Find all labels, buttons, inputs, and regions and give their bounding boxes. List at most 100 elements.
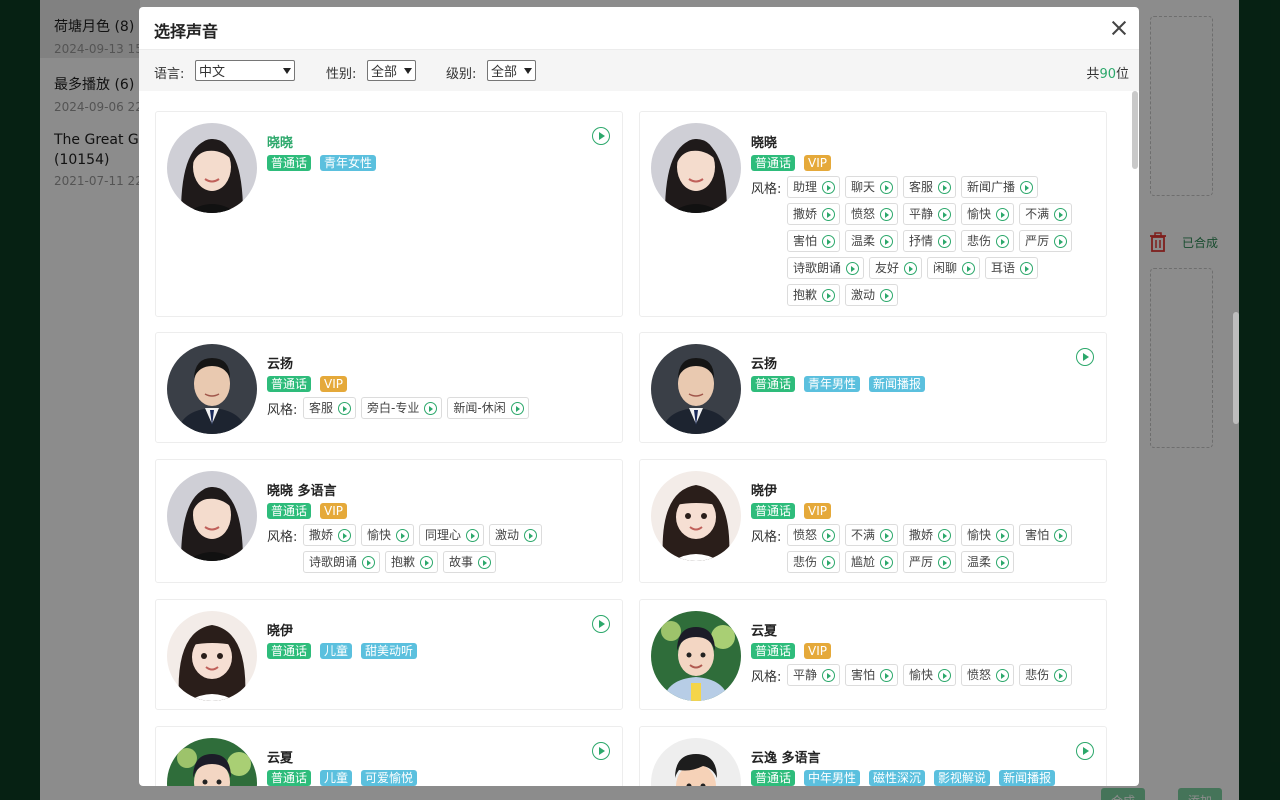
play-icon[interactable] bbox=[420, 555, 434, 569]
bg-scrollbar[interactable] bbox=[1233, 312, 1239, 424]
voice-card[interactable]: 晓伊 普通话 儿童 甜美动听 bbox=[155, 599, 623, 710]
style-chip[interactable]: 愉快 bbox=[903, 664, 957, 686]
play-icon[interactable] bbox=[880, 180, 894, 194]
play-icon[interactable] bbox=[1076, 348, 1094, 366]
play-icon[interactable] bbox=[1054, 668, 1068, 682]
play-icon[interactable] bbox=[880, 668, 894, 682]
style-chip[interactable]: 愤怒 bbox=[787, 524, 841, 546]
play-icon[interactable] bbox=[822, 555, 836, 569]
style-chip[interactable]: 抱歉 bbox=[385, 551, 439, 573]
style-chip[interactable]: 闲聊 bbox=[927, 257, 981, 279]
style-chip[interactable]: 悲伤 bbox=[961, 230, 1015, 252]
style-chip[interactable]: 客服 bbox=[903, 176, 957, 198]
play-icon[interactable] bbox=[466, 528, 480, 542]
style-chip[interactable]: 愉快 bbox=[961, 203, 1015, 225]
play-icon[interactable] bbox=[880, 234, 894, 248]
style-chip[interactable]: 故事 bbox=[443, 551, 497, 573]
style-chip[interactable]: 温柔 bbox=[961, 551, 1015, 573]
style-chip[interactable]: 耳语 bbox=[985, 257, 1039, 279]
style-chip[interactable]: 平静 bbox=[787, 664, 841, 686]
style-chip[interactable]: 抒情 bbox=[903, 230, 957, 252]
play-icon[interactable] bbox=[592, 742, 610, 760]
play-icon[interactable] bbox=[822, 288, 836, 302]
play-icon[interactable] bbox=[396, 528, 410, 542]
play-icon[interactable] bbox=[962, 261, 976, 275]
play-icon[interactable] bbox=[478, 555, 492, 569]
style-chip[interactable]: 助理 bbox=[787, 176, 841, 198]
play-icon[interactable] bbox=[846, 261, 860, 275]
style-chip[interactable]: 撒娇 bbox=[787, 203, 841, 225]
play-icon[interactable] bbox=[938, 668, 952, 682]
style-chip[interactable]: 新闻广播 bbox=[961, 176, 1039, 198]
play-icon[interactable] bbox=[880, 288, 894, 302]
style-chip[interactable]: 害怕 bbox=[1019, 524, 1073, 546]
style-chip[interactable]: 不满 bbox=[845, 524, 899, 546]
play-icon[interactable] bbox=[338, 401, 352, 415]
voice-card[interactable]: 云逸 多语言 普通话 中年男性 磁性深沉 影视解说 新闻播报 bbox=[639, 726, 1107, 786]
voice-card[interactable]: 晓晓 普通话 VIP 风格: 助理 聊天 客服 新闻广播 撒娇 愤怒 平静 愉快 不满 害怕 温柔 抒情 悲伤 严… bbox=[639, 111, 1107, 317]
style-chip[interactable]: 严厉 bbox=[903, 551, 957, 573]
play-icon[interactable] bbox=[822, 528, 836, 542]
play-icon[interactable] bbox=[362, 555, 376, 569]
play-icon[interactable] bbox=[880, 207, 894, 221]
style-chip[interactable]: 激动 bbox=[845, 284, 899, 306]
play-icon[interactable] bbox=[904, 261, 918, 275]
play-icon[interactable] bbox=[938, 234, 952, 248]
play-icon[interactable] bbox=[1020, 261, 1034, 275]
style-chip[interactable]: 害怕 bbox=[845, 664, 899, 686]
play-icon[interactable] bbox=[822, 207, 836, 221]
play-icon[interactable] bbox=[510, 401, 524, 415]
play-icon[interactable] bbox=[592, 615, 610, 633]
style-chip[interactable]: 不满 bbox=[1019, 203, 1073, 225]
style-chip[interactable]: 愤怒 bbox=[845, 203, 899, 225]
style-chip[interactable]: 愤怒 bbox=[961, 664, 1015, 686]
play-icon[interactable] bbox=[938, 555, 952, 569]
play-icon[interactable] bbox=[1054, 234, 1068, 248]
play-icon[interactable] bbox=[880, 555, 894, 569]
dialog-scrollbar[interactable] bbox=[1132, 91, 1138, 169]
voice-card[interactable]: 晓晓 多语言 普通话 VIP 风格: 撒娇 愉快 同理心 激动 诗歌朗诵 抱歉 故事 bbox=[155, 459, 623, 583]
style-chip[interactable]: 平静 bbox=[903, 203, 957, 225]
play-icon[interactable] bbox=[1020, 180, 1034, 194]
play-icon[interactable] bbox=[524, 528, 538, 542]
voice-card[interactable]: 晓晓 普通话 青年女性 bbox=[155, 111, 623, 317]
close-icon[interactable] bbox=[1109, 18, 1129, 38]
style-chip[interactable]: 客服 bbox=[303, 397, 357, 419]
play-icon[interactable] bbox=[996, 234, 1010, 248]
style-chip[interactable]: 悲伤 bbox=[1019, 664, 1073, 686]
style-chip[interactable]: 抱歉 bbox=[787, 284, 841, 306]
voice-card[interactable]: 云夏 普通话 儿童 可爱愉悦 bbox=[155, 726, 623, 786]
style-chip[interactable]: 愉快 bbox=[961, 524, 1015, 546]
play-icon[interactable] bbox=[938, 207, 952, 221]
play-icon[interactable] bbox=[996, 555, 1010, 569]
play-icon[interactable] bbox=[592, 127, 610, 145]
style-chip[interactable]: 旁白-专业 bbox=[361, 397, 443, 419]
play-icon[interactable] bbox=[424, 401, 438, 415]
play-icon[interactable] bbox=[1054, 207, 1068, 221]
play-icon[interactable] bbox=[822, 180, 836, 194]
style-chip[interactable]: 撒娇 bbox=[303, 524, 357, 546]
style-chip[interactable]: 悲伤 bbox=[787, 551, 841, 573]
play-icon[interactable] bbox=[938, 528, 952, 542]
play-icon[interactable] bbox=[1076, 742, 1094, 760]
style-chip[interactable]: 诗歌朗诵 bbox=[303, 551, 381, 573]
voice-card[interactable]: 云夏 普通话 VIP 风格: 平静 害怕 愉快 愤怒 悲伤 bbox=[639, 599, 1107, 710]
play-icon[interactable] bbox=[822, 234, 836, 248]
style-chip[interactable]: 撒娇 bbox=[903, 524, 957, 546]
language-select[interactable]: 中文 bbox=[195, 60, 295, 81]
style-chip[interactable]: 温柔 bbox=[845, 230, 899, 252]
style-chip[interactable]: 愉快 bbox=[361, 524, 415, 546]
voice-card[interactable]: 晓伊 普通话 VIP 风格: 愤怒 不满 撒娇 愉快 害怕 悲伤 尴尬 严厉 温柔 bbox=[639, 459, 1107, 583]
style-chip[interactable]: 害怕 bbox=[787, 230, 841, 252]
style-chip[interactable]: 严厉 bbox=[1019, 230, 1073, 252]
play-icon[interactable] bbox=[996, 207, 1010, 221]
play-icon[interactable] bbox=[338, 528, 352, 542]
style-chip[interactable]: 激动 bbox=[489, 524, 543, 546]
gender-select[interactable]: 全部 bbox=[367, 60, 416, 81]
voice-card[interactable]: 云扬 普通话 青年男性 新闻播报 bbox=[639, 332, 1107, 443]
style-chip[interactable]: 友好 bbox=[869, 257, 923, 279]
style-chip[interactable]: 新闻-休闲 bbox=[447, 397, 529, 419]
voice-card[interactable]: 云扬 普通话 VIP 风格: 客服 旁白-专业 新闻-休闲 bbox=[155, 332, 623, 443]
play-icon[interactable] bbox=[938, 180, 952, 194]
play-icon[interactable] bbox=[822, 668, 836, 682]
